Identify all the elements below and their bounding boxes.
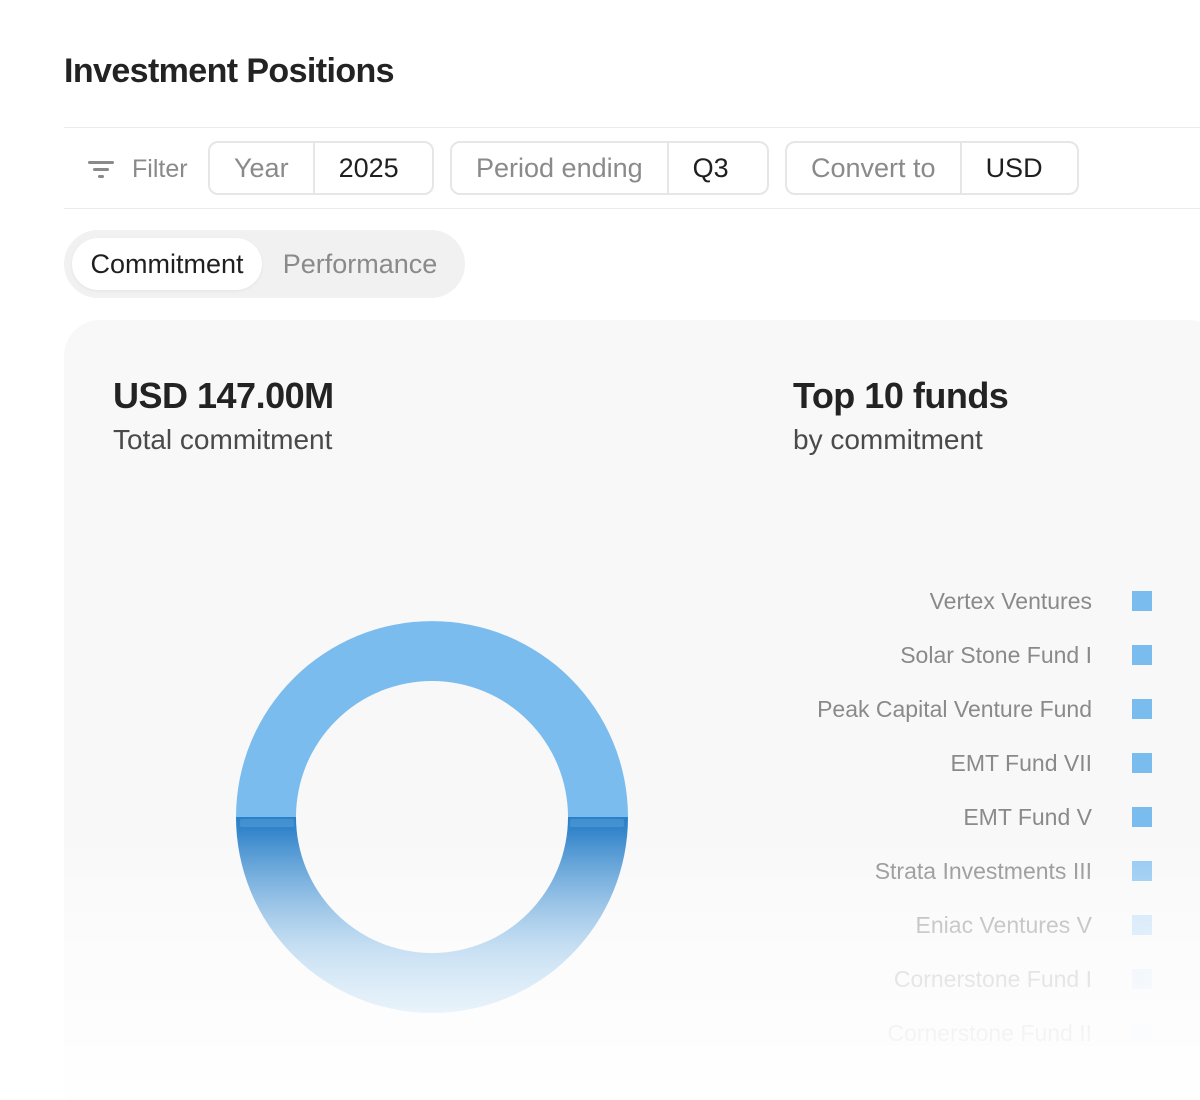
donut-segment-upper[interactable]: [236, 621, 628, 817]
legend-label: Peak Capital Venture Fund: [817, 695, 1092, 722]
legend-label: Eniac Ventures V: [915, 911, 1092, 938]
legend-item[interactable]: Vertex Ventures: [712, 586, 1152, 616]
legend-label: EMT Fund V: [963, 803, 1092, 830]
year-filter-label: Year: [210, 143, 315, 193]
legend-label: EMT Fund VII: [950, 749, 1092, 776]
year-filter-value[interactable]: 2025: [315, 143, 423, 193]
page-title: Investment Positions: [64, 52, 395, 90]
legend-swatch: [1132, 807, 1152, 827]
legend-item[interactable]: Peak Capital Venture Fund: [712, 694, 1152, 724]
legend-swatch: [1132, 1023, 1152, 1043]
period-filter-label: Period ending: [452, 143, 669, 193]
legend-item[interactable]: Strata Investments III: [712, 856, 1152, 886]
donut-segment-lower[interactable]: [236, 817, 628, 1013]
legend-label: Solar Stone Fund I: [900, 641, 1092, 668]
view-toggle: Commitment Performance: [64, 230, 465, 298]
total-commitment-caption: Total commitment: [113, 424, 333, 455]
period-filter[interactable]: Period ending Q3: [450, 141, 769, 195]
top-funds-title: Top 10 funds: [793, 375, 1009, 416]
tab-commitment[interactable]: Commitment: [72, 238, 262, 290]
commitment-card: USD 147.00M Total commitment Top 10 fund…: [64, 320, 1200, 1100]
tab-performance[interactable]: Performance: [264, 238, 456, 290]
filter-button[interactable]: Filter: [88, 154, 188, 184]
legend-item[interactable]: EMT Fund V: [712, 802, 1152, 832]
donut-highlight-right: [570, 819, 624, 827]
filter-label: Filter: [132, 154, 188, 183]
legend-swatch: [1132, 591, 1152, 611]
legend-item[interactable]: EMT Fund VII: [712, 748, 1152, 778]
legend-item[interactable]: Cornerstone Fund II: [712, 1018, 1152, 1048]
currency-filter[interactable]: Convert to USD: [785, 141, 1079, 195]
legend-label: Cornerstone Fund I: [893, 965, 1092, 992]
currency-filter-label: Convert to: [787, 143, 962, 193]
period-filter-value[interactable]: Q3: [669, 143, 753, 193]
total-commitment-value: USD 147.00M: [113, 375, 334, 416]
investment-positions-page: Investment Positions Filter Year 2025 Pe…: [0, 0, 1200, 1100]
legend-item[interactable]: Solar Stone Fund I: [712, 640, 1152, 670]
donut-highlight-left: [240, 819, 294, 827]
filter-bar: Filter Year 2025 Period ending Q3 Conver…: [64, 127, 1200, 209]
legend-swatch: [1132, 699, 1152, 719]
legend-item[interactable]: Eniac Ventures V: [712, 910, 1152, 940]
legend-swatch: [1132, 861, 1152, 881]
legend-swatch: [1132, 969, 1152, 989]
commitment-donut-chart: [236, 621, 628, 1013]
legend-swatch: [1132, 915, 1152, 935]
legend-label: Cornerstone Fund II: [887, 1019, 1092, 1046]
legend-swatch: [1132, 645, 1152, 665]
year-filter[interactable]: Year 2025: [208, 141, 434, 195]
filter-icon: [88, 158, 116, 180]
legend-item[interactable]: Cornerstone Fund I: [712, 964, 1152, 994]
legend-label: Strata Investments III: [874, 857, 1092, 884]
legend-swatch: [1132, 753, 1152, 773]
currency-filter-value[interactable]: USD: [962, 143, 1067, 193]
legend-label: Vertex Ventures: [929, 587, 1092, 614]
top-funds-caption: by commitment: [793, 424, 983, 455]
